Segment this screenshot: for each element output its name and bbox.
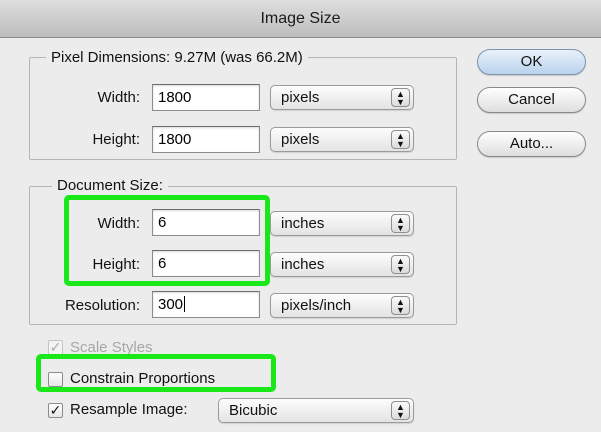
resample-method-value: Bicubic bbox=[229, 402, 278, 419]
doc-width-unit-select[interactable]: inches ▲ ▼ bbox=[270, 211, 414, 236]
resolution-unit-value: pixels/inch bbox=[281, 297, 352, 314]
doc-height-unit-value: inches bbox=[281, 256, 325, 273]
highlight-box-document-dimensions bbox=[64, 195, 270, 286]
pixel-width-unit-select[interactable]: pixels ▲ ▼ bbox=[270, 85, 414, 110]
stepper-arrows-icon: ▲ ▼ bbox=[391, 296, 410, 315]
pixel-height-field[interactable]: 1800 bbox=[152, 126, 260, 153]
text-cursor bbox=[184, 296, 186, 312]
stepper-arrows-icon: ▲ ▼ bbox=[391, 130, 410, 149]
scale-styles-checkbox[interactable]: ✓ bbox=[48, 340, 63, 355]
doc-width-unit-value: inches bbox=[281, 215, 325, 232]
stepper-arrows-icon: ▲ ▼ bbox=[391, 88, 410, 107]
pixel-height-unit-select[interactable]: pixels ▲ ▼ bbox=[270, 127, 414, 152]
pixel-dimensions-legend: Pixel Dimensions: 9.27M (was 66.2M) bbox=[46, 49, 308, 66]
resample-image-label: Resample Image: bbox=[70, 401, 188, 418]
resolution-unit-select[interactable]: pixels/inch ▲ ▼ bbox=[270, 293, 414, 318]
auto-button[interactable]: Auto... bbox=[477, 131, 586, 157]
pixel-height-unit-value: pixels bbox=[281, 131, 320, 148]
ok-button[interactable]: OK bbox=[477, 49, 586, 75]
stepper-arrows-icon: ▲ ▼ bbox=[391, 255, 410, 274]
doc-height-unit-select[interactable]: inches ▲ ▼ bbox=[270, 252, 414, 277]
stepper-arrows-icon: ▲ ▼ bbox=[391, 401, 410, 420]
highlight-box-constrain-proportions bbox=[36, 354, 276, 392]
pixel-width-label: Width: bbox=[97, 89, 140, 106]
pixel-width-unit-value: pixels bbox=[281, 89, 320, 106]
cancel-button[interactable]: Cancel bbox=[477, 87, 586, 113]
pixel-height-label: Height: bbox=[92, 131, 140, 148]
resample-method-select[interactable]: Bicubic ▲ ▼ bbox=[218, 398, 414, 423]
resolution-label: Resolution: bbox=[64, 297, 140, 314]
document-size-legend: Document Size: bbox=[52, 177, 168, 194]
window-title: Image Size bbox=[0, 0, 601, 38]
resolution-field[interactable]: 300 bbox=[152, 291, 260, 318]
resample-image-checkbox[interactable]: ✓ bbox=[48, 403, 63, 418]
pixel-width-field[interactable]: 1800 bbox=[152, 84, 260, 111]
stepper-arrows-icon: ▲ ▼ bbox=[391, 214, 410, 233]
resolution-value: 300 bbox=[158, 296, 184, 313]
